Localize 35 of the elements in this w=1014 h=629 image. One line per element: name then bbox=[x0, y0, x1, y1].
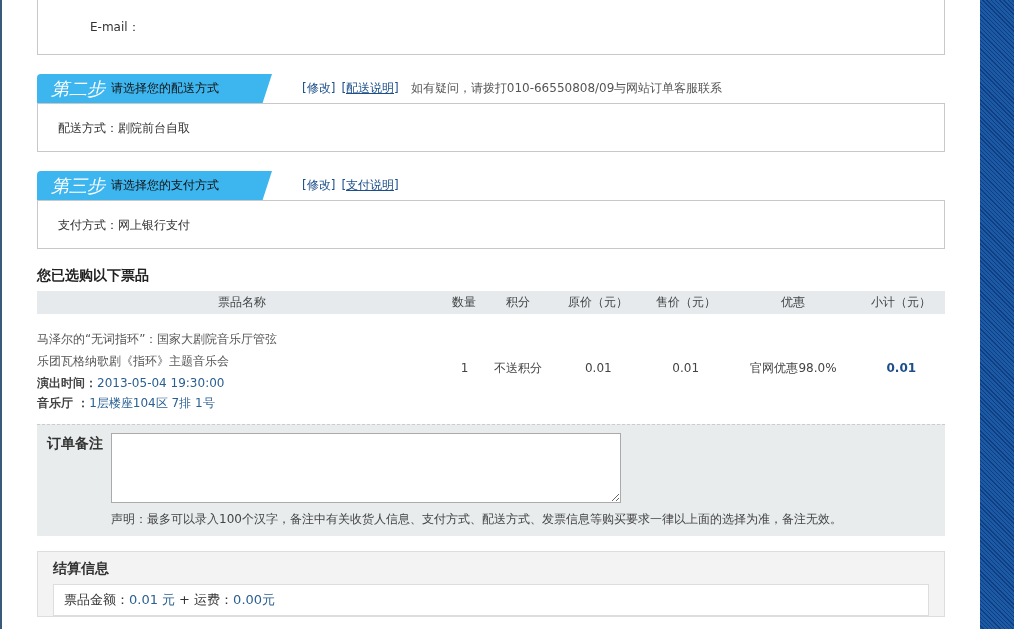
table-cell: 0.01 bbox=[554, 314, 642, 422]
table-cell: 0.01 bbox=[642, 314, 730, 422]
remarks-label: 订单备注 bbox=[47, 435, 103, 453]
settlement-title: 结算信息 bbox=[53, 560, 110, 578]
link[interactable]: [支付说明] bbox=[341, 177, 399, 194]
seat-info: 1层楼座104区 7排 1号 bbox=[89, 396, 215, 410]
show-time: 2013-05-04 19:30:00 bbox=[97, 376, 225, 390]
column-header: 积分 bbox=[481, 291, 555, 314]
section-heading: 您已选购以下票品 bbox=[37, 267, 150, 285]
link[interactable]: [修改] bbox=[302, 177, 336, 194]
link[interactable]: [配送说明] bbox=[341, 80, 399, 97]
column-header: 原价（元） bbox=[554, 291, 642, 314]
help-note: 如有疑问，请拨打010-66550808/09与网站订单客服联系 bbox=[410, 80, 723, 97]
column-header: 数量 bbox=[447, 291, 482, 314]
column-header: 优惠 bbox=[729, 291, 858, 314]
step-content: 支付方式：网上银行支付 bbox=[58, 218, 190, 232]
table-cell: 不送积分 bbox=[481, 314, 555, 422]
remarks-field[interactable] bbox=[111, 433, 621, 503]
notice-text: 声明：最多可以录入100个汉字，备注中有关收货人信息、支付方式、配送方式、发票信息等购买要求一律以上面的选择为准，备注无效。 bbox=[111, 511, 842, 528]
ticket-name: 马泽尔的“无词指环”：国家大剧院音乐厅管弦乐团瓦格纳歌剧《指环》主题音乐会 bbox=[37, 331, 279, 370]
column-header: 售价（元） bbox=[642, 291, 730, 314]
shipping-value: 0.00元 bbox=[233, 592, 276, 607]
column-header: 小计（元） bbox=[857, 291, 945, 314]
email-label: E-mail： bbox=[90, 20, 140, 34]
link[interactable]: [修改] bbox=[302, 80, 336, 97]
step-content: 配送方式：剧院前台自取 bbox=[58, 121, 190, 135]
column-header: 票品名称 bbox=[37, 291, 447, 314]
table-cell: 1 bbox=[447, 314, 482, 422]
table-cell: 官网优惠98.0% bbox=[729, 314, 858, 422]
amount-label: 票品金额： bbox=[64, 592, 129, 607]
shipping-label: + 运费： bbox=[179, 592, 234, 607]
seat-label: 音乐厅 ： bbox=[37, 396, 90, 410]
table-cell: 0.01 bbox=[857, 314, 945, 422]
amount-value: 0.01 元 bbox=[129, 592, 176, 607]
time-label: 演出时间： bbox=[37, 376, 97, 390]
